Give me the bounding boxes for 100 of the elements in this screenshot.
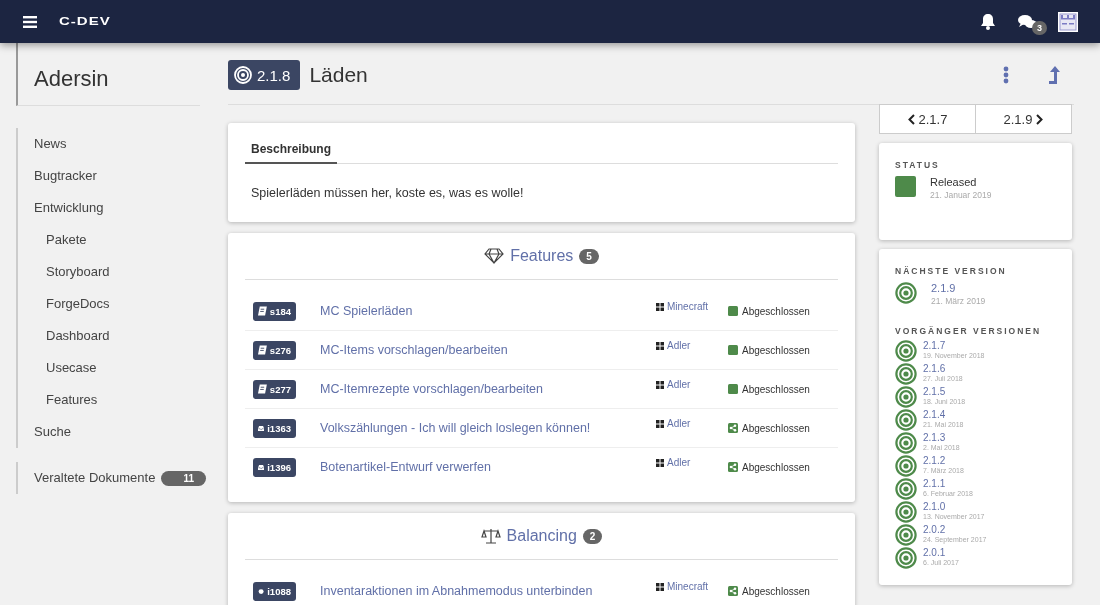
section-title: Balancing xyxy=(506,527,577,545)
ticket-title-link[interactable]: Botenartikel-Entwurf verwerfen xyxy=(320,460,656,474)
user-avatar-icon[interactable] xyxy=(1058,11,1078,32)
target-icon xyxy=(234,66,252,84)
ticket-id-badge[interactable]: s277 xyxy=(253,379,296,399)
chat-icon[interactable] xyxy=(1018,13,1038,30)
project-link[interactable]: Adler xyxy=(667,379,691,390)
project-link[interactable]: Adler xyxy=(667,340,691,351)
version-link[interactable]: 2.1.3 xyxy=(923,432,960,443)
share-icon xyxy=(728,586,738,596)
next-version-heading: NÄCHSTE VERSION xyxy=(895,266,1008,276)
version-link[interactable]: 2.1.7 xyxy=(923,340,985,351)
target-icon xyxy=(895,409,917,431)
project-link[interactable]: Minecraft xyxy=(667,581,709,592)
bell-icon[interactable] xyxy=(980,13,996,30)
scales-icon xyxy=(480,528,501,544)
section-title: Features xyxy=(510,247,574,265)
version-link[interactable]: 2.0.2 xyxy=(923,524,987,535)
inbox-icon xyxy=(258,462,265,472)
sidebar-item[interactable]: Veraltete Dokumente xyxy=(18,462,156,494)
chevron-left-icon xyxy=(907,113,915,125)
ticket-title-link[interactable]: Inventaraktionen im Abnahmemodus unterbinden xyxy=(320,584,656,598)
version-link[interactable]: 2.0.1 xyxy=(923,547,959,558)
version-link[interactable]: 2.1.1 xyxy=(923,478,973,489)
count-badge: 2 xyxy=(582,528,603,544)
version-link[interactable]: 2.1.6 xyxy=(923,363,963,374)
sidebar-item[interactable]: News xyxy=(18,128,200,160)
target-icon xyxy=(895,455,917,477)
target-icon xyxy=(895,432,917,454)
sidebar-subitem[interactable]: Dashboard xyxy=(18,320,200,352)
ticket-title-link[interactable]: Volkszählungen - Ich will gleich loslegen können! xyxy=(320,421,656,435)
version-date: 21. März 2019 xyxy=(931,296,986,306)
diamond-icon xyxy=(484,248,505,264)
status-heading: STATUS xyxy=(895,160,941,170)
grid-icon xyxy=(656,582,664,591)
description-tab[interactable]: Beschreibung xyxy=(245,137,337,164)
sidebar-subitem[interactable]: Storyboard xyxy=(18,256,200,288)
target-icon xyxy=(895,363,917,385)
description-text: Spielerläden müssen her, koste es, was es wolle! xyxy=(251,186,525,200)
target-icon xyxy=(895,340,917,362)
status-date: 21. Januar 2019 xyxy=(930,190,992,200)
sidebar-subitem[interactable]: Features xyxy=(18,384,200,416)
target-icon xyxy=(895,282,917,304)
status-text: Abgeschlossen xyxy=(742,422,810,434)
version-link[interactable]: 2.1.5 xyxy=(923,386,966,397)
book-icon xyxy=(258,384,267,394)
chevron-right-icon xyxy=(1036,113,1044,125)
grid-icon xyxy=(656,380,664,389)
status-label: Released xyxy=(930,176,978,188)
version-link[interactable]: 2.1.0 xyxy=(923,501,985,512)
status-square-icon xyxy=(728,306,738,316)
share-icon xyxy=(728,462,738,472)
book-icon xyxy=(258,306,267,316)
inbox-icon xyxy=(258,423,265,433)
target-icon xyxy=(895,501,917,523)
target-icon xyxy=(895,524,917,546)
sidebar-subitem[interactable]: Usecase xyxy=(18,352,200,384)
target-icon xyxy=(895,386,917,408)
ticket-title-link[interactable]: MC Spielerläden xyxy=(320,304,656,318)
menu-icon[interactable] xyxy=(23,15,37,28)
status-text: Abgeschlossen xyxy=(742,383,810,395)
ticket-title-link[interactable]: MC-Itemrezepte vorschlagen/bearbeiten xyxy=(320,382,656,396)
sidebar-item[interactable]: Entwicklung xyxy=(18,192,200,224)
ticket-title-link[interactable]: MC-Items vorschlagen/bearbeiten xyxy=(320,343,656,357)
status-text: Abgeschlossen xyxy=(742,461,810,473)
bug-icon xyxy=(258,586,265,596)
version-link[interactable]: 2.1.2 xyxy=(923,455,964,466)
page-title: Läden xyxy=(309,63,368,87)
ticket-id-badge[interactable]: s184 xyxy=(253,301,296,321)
sidebar-item[interactable]: Bugtracker xyxy=(18,160,200,192)
sidebar-item[interactable]: Suche xyxy=(18,416,200,448)
status-square-icon xyxy=(895,176,916,197)
ticket-id-badge[interactable]: i1088 xyxy=(253,581,296,601)
project-link[interactable]: Adler xyxy=(667,457,691,468)
version-link[interactable]: 2.1.9 xyxy=(931,282,986,294)
grid-icon xyxy=(656,458,664,467)
more-options-icon[interactable] xyxy=(1003,66,1009,84)
target-icon xyxy=(895,478,917,500)
status-text: Abgeschlossen xyxy=(742,585,810,597)
version-link[interactable]: 2.1.4 xyxy=(923,409,964,420)
grid-icon xyxy=(656,419,664,428)
status-square-icon xyxy=(728,384,738,394)
sidebar-subitem[interactable]: Pakete xyxy=(18,224,200,256)
sidebar-subitem[interactable]: ForgeDocs xyxy=(18,288,200,320)
project-link[interactable]: Minecraft xyxy=(667,301,709,312)
upload-icon[interactable] xyxy=(1048,65,1062,85)
share-icon xyxy=(728,423,738,433)
project-link[interactable]: Adler xyxy=(667,418,691,429)
ticket-id-badge[interactable]: i1363 xyxy=(253,418,296,438)
status-text: Abgeschlossen xyxy=(742,344,810,356)
ticket-id-badge[interactable]: i1396 xyxy=(253,457,296,477)
chat-count-badge: 3 xyxy=(1032,20,1047,35)
status-text: Abgeschlossen xyxy=(742,305,810,317)
count-badge: 5 xyxy=(579,248,599,264)
grid-icon xyxy=(656,341,664,350)
logo[interactable]: C-DEV xyxy=(59,15,111,28)
grid-icon xyxy=(656,302,664,311)
ticket-id-badge[interactable]: s276 xyxy=(253,340,296,360)
previous-versions-heading: VORGÄNGER VERSIONEN xyxy=(895,326,1043,336)
version-number: 2.1.8 xyxy=(257,66,291,84)
